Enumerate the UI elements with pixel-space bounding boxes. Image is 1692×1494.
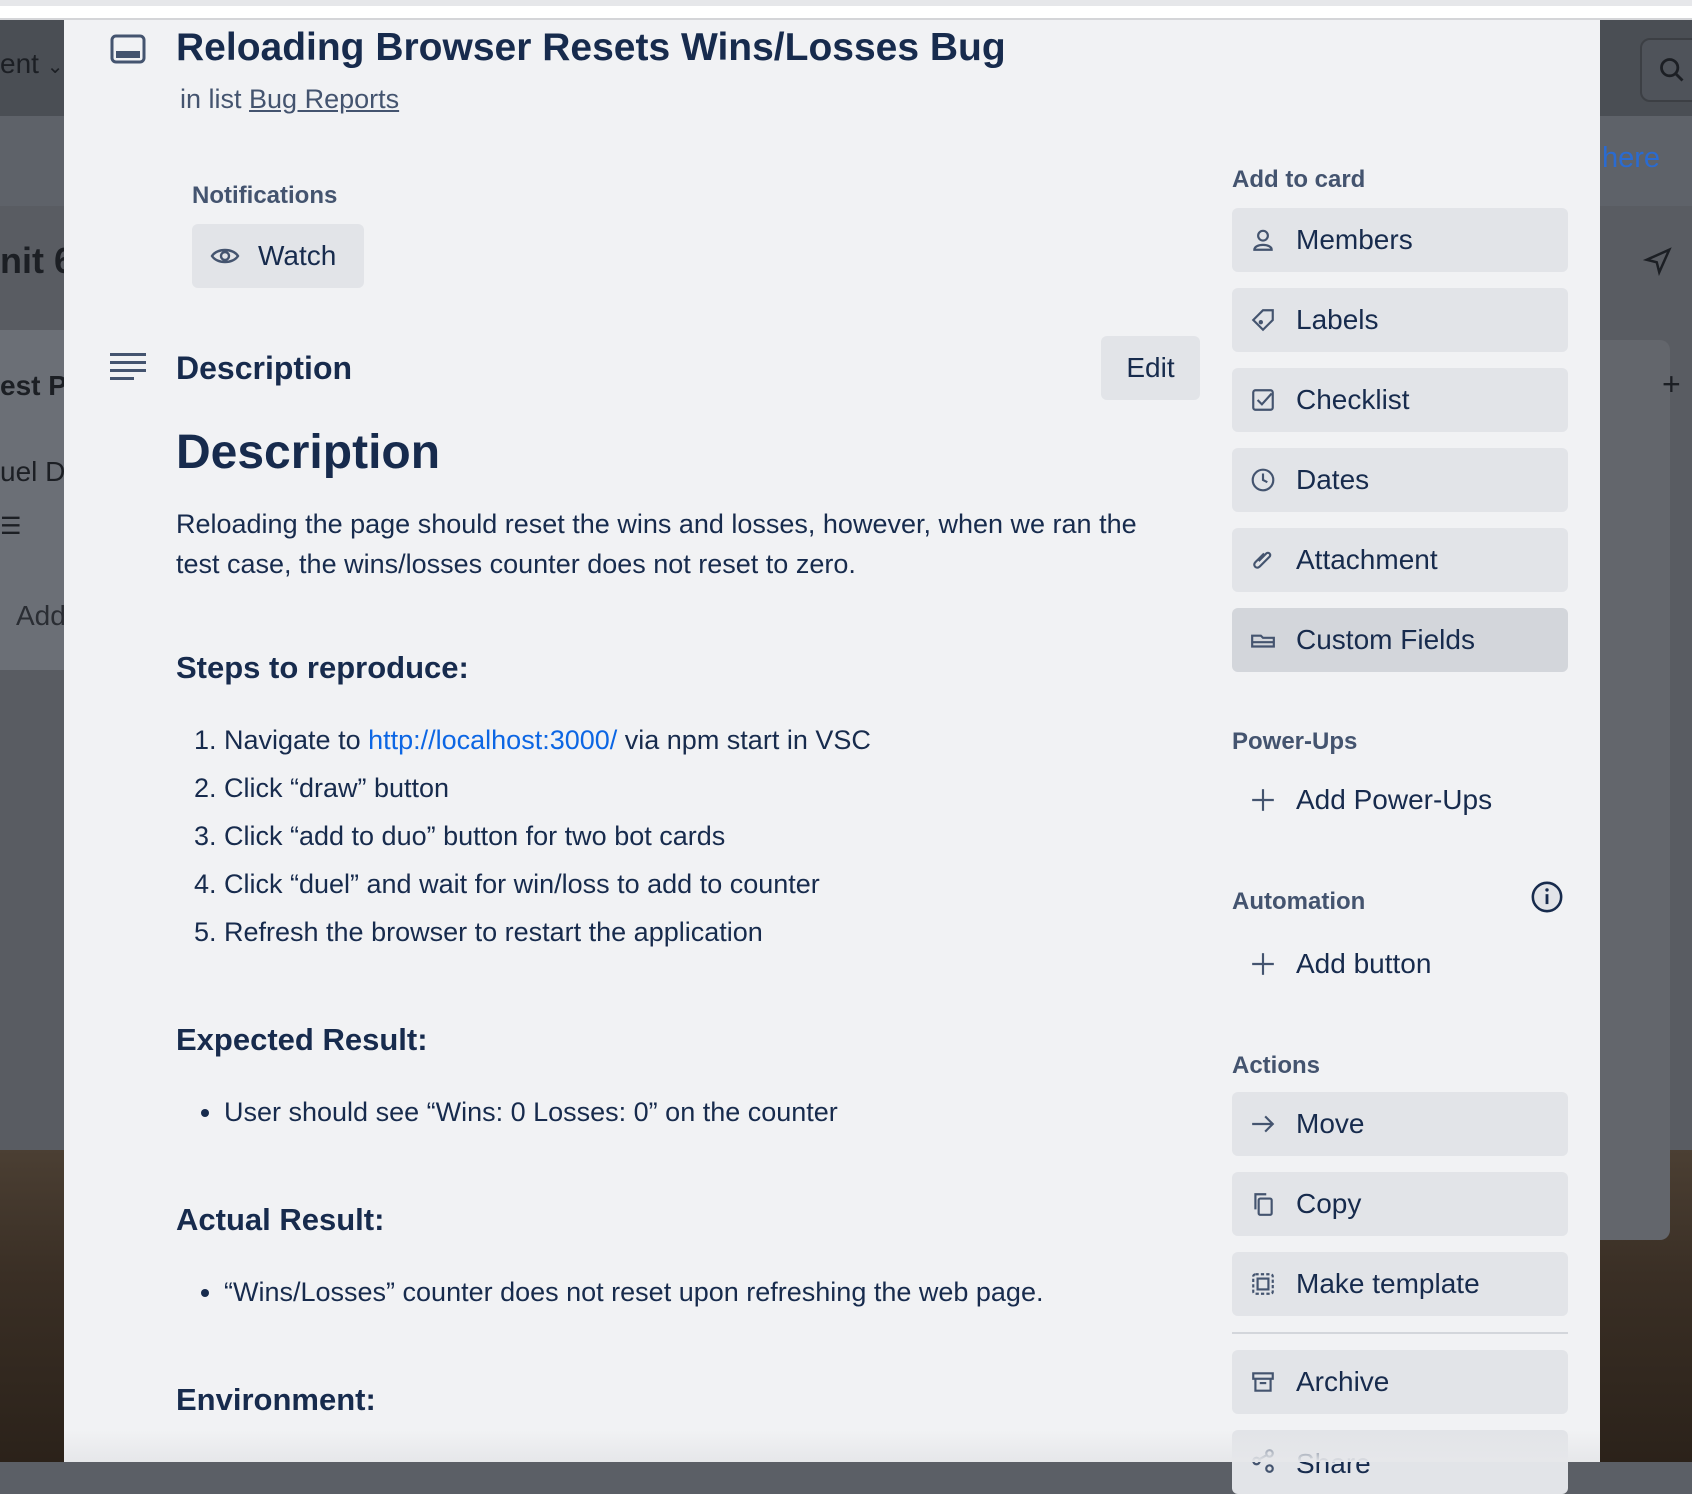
archive-label: Archive [1296, 1366, 1390, 1397]
expected-list: User should see “Wins: 0 Losses: 0” on t… [176, 1088, 838, 1136]
edit-description-button[interactable]: Edit [1101, 336, 1200, 400]
send-icon[interactable] [1643, 246, 1673, 276]
make-template-label: Make template [1296, 1268, 1480, 1299]
list-item: User should see “Wins: 0 Losses: 0” on t… [224, 1088, 838, 1136]
card-icon [110, 34, 146, 64]
chevron-down-icon: ⌄ [46, 56, 64, 78]
description-indicator-icon: ☰ [0, 513, 22, 540]
background-list-right [1590, 340, 1670, 1240]
info-icon[interactable] [1530, 880, 1564, 914]
custom-fields-icon [1251, 634, 1275, 648]
environment-heading: Environment: [176, 1382, 376, 1417]
list-item: Click “draw” button [224, 764, 871, 812]
browser-top-strip [0, 0, 1692, 20]
move-label: Move [1296, 1108, 1365, 1139]
actions-label: Actions [1232, 1052, 1321, 1079]
description-heading: Description [176, 426, 441, 479]
card-title[interactable]: Reloading Browser Resets Wins/Losses Bug [176, 26, 1006, 70]
workspace-menu-label: ent [0, 48, 39, 79]
description-content[interactable]: Description Reloading the page should re… [176, 420, 1166, 1417]
dates-label: Dates [1296, 464, 1370, 495]
background-card-title: uel D [0, 456, 66, 487]
steps-heading: Steps to reproduce: [176, 650, 469, 685]
powerups-label: Power-Ups [1232, 728, 1358, 755]
copy-button[interactable]: Copy [1232, 1172, 1568, 1236]
description-header: Description [176, 350, 353, 386]
steps-list: Navigate to http://localhost:3000/ via n… [176, 716, 871, 956]
modal-bottom-fade [64, 1430, 1600, 1462]
make-template-button[interactable]: Make template [1232, 1252, 1568, 1316]
eye-icon [210, 248, 240, 264]
archive-icon [1252, 1372, 1274, 1392]
background-board-title: nit 6 [0, 240, 75, 281]
checklist-label: Checklist [1296, 384, 1410, 415]
workspace-menu[interactable]: ent ⌄ [0, 48, 63, 80]
search-icon [1660, 58, 1684, 82]
watch-label: Watch [258, 240, 337, 271]
list-item: Click “add to duo” button for two bot ca… [224, 812, 871, 860]
plus-icon [1252, 953, 1274, 975]
custom-fields-label: Custom Fields [1296, 624, 1475, 655]
checklist-button[interactable]: Checklist [1232, 368, 1568, 432]
attachment-button[interactable]: Attachment [1232, 528, 1568, 592]
background-add-card[interactable]: Add [16, 600, 66, 632]
list-item: Refresh the browser to restart the appli… [224, 908, 871, 956]
expected-heading: Expected Result: [176, 1022, 428, 1057]
step1-suffix: via npm start in VSC [617, 725, 871, 755]
move-button[interactable]: Move [1232, 1092, 1568, 1156]
custom-fields-button[interactable]: Custom Fields [1232, 608, 1568, 672]
attachment-label: Attachment [1296, 544, 1438, 575]
localhost-link[interactable]: http://localhost:3000/ [368, 725, 617, 755]
list-item: “Wins/Losses” counter does not reset upo… [224, 1268, 1043, 1316]
members-label: Members [1296, 224, 1413, 255]
description-icon [110, 353, 146, 380]
search-button[interactable] [1640, 38, 1692, 102]
notifications-label: Notifications [192, 182, 338, 209]
card-list-info: in list Bug Reports [180, 84, 399, 115]
checkbox-icon [1252, 389, 1274, 411]
copy-label: Copy [1296, 1188, 1362, 1219]
arrow-right-icon [1252, 1115, 1275, 1133]
labels-label: Labels [1296, 304, 1379, 335]
members-button[interactable]: Members [1232, 208, 1568, 272]
description-summary: Reloading the page should reset the wins… [176, 509, 1137, 579]
step1-prefix: Navigate to [224, 725, 369, 755]
background-link-here[interactable]: here [1602, 142, 1660, 175]
archive-button[interactable]: Archive [1232, 1350, 1568, 1414]
add-to-card-label: Add to card [1232, 166, 1366, 193]
in-list-prefix: in list [180, 84, 242, 114]
list-item: Click “duel” and wait for win/loss to ad… [224, 860, 871, 908]
plus-icon [1252, 789, 1274, 811]
paperclip-icon [1253, 551, 1272, 569]
actual-heading: Actual Result: [176, 1202, 385, 1237]
plus-icon[interactable]: + [1662, 366, 1681, 403]
list-link[interactable]: Bug Reports [249, 84, 399, 114]
add-powerups-button[interactable]: Add Power-Ups [1232, 770, 1568, 830]
actual-list: “Wins/Losses” counter does not reset upo… [176, 1268, 1043, 1316]
add-automation-button[interactable]: Add button [1232, 934, 1568, 994]
labels-button[interactable]: Labels [1232, 288, 1568, 352]
template-icon [1252, 1273, 1274, 1295]
person-icon [1253, 229, 1273, 251]
watch-button[interactable]: Watch [192, 224, 364, 288]
tag-icon [1251, 309, 1274, 332]
clock-icon [1251, 468, 1275, 492]
sidebar-divider [1232, 1332, 1568, 1334]
add-button-label: Add button [1296, 948, 1432, 979]
list-item: Navigate to http://localhost:3000/ via n… [224, 716, 871, 764]
copy-icon [1254, 1193, 1273, 1216]
add-powerups-label: Add Power-Ups [1296, 784, 1493, 815]
automation-label: Automation [1232, 888, 1366, 915]
dates-button[interactable]: Dates [1232, 448, 1568, 512]
